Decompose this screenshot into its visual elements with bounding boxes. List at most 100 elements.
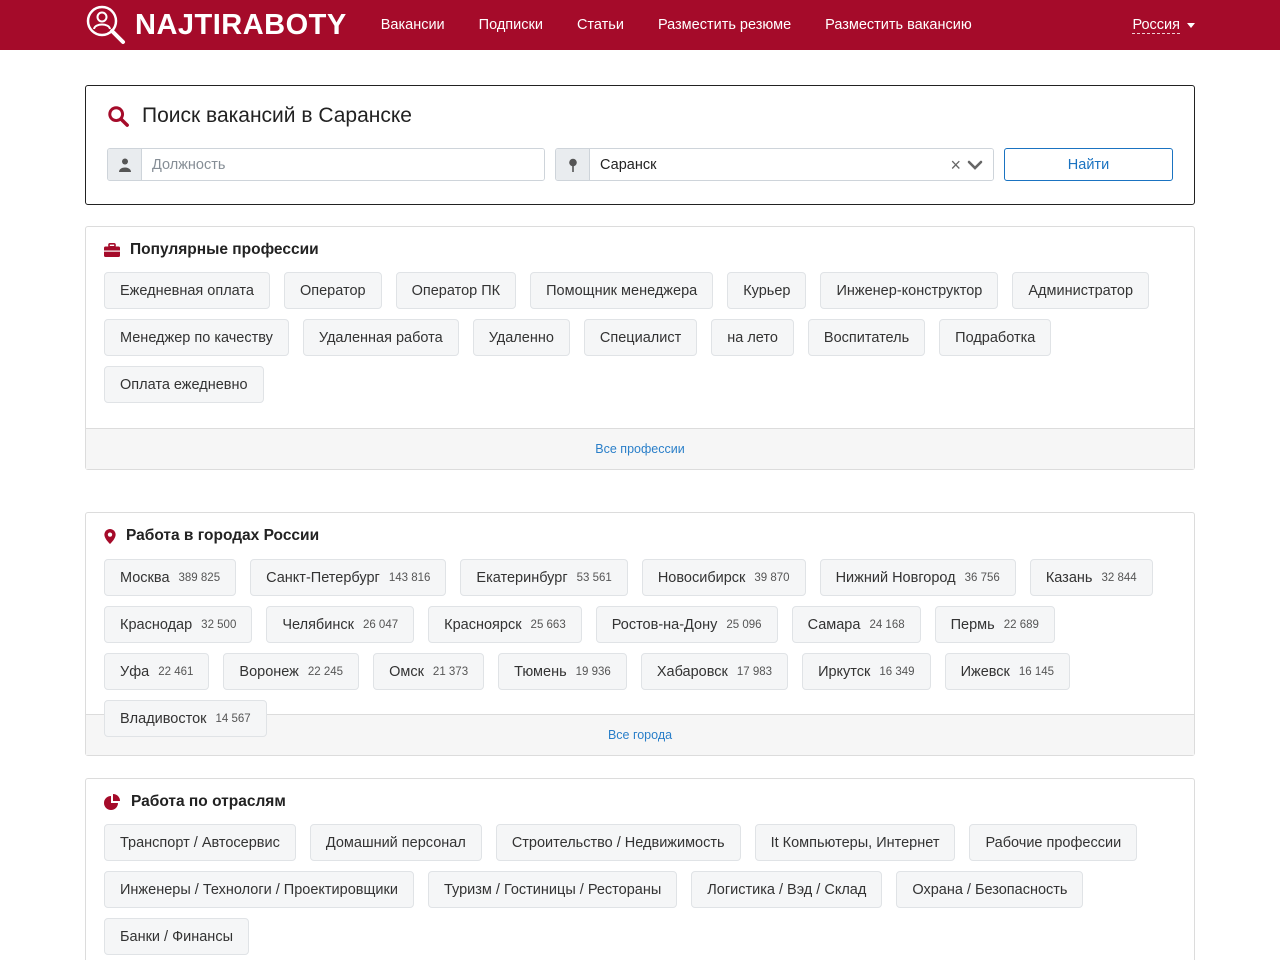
nav-subscriptions[interactable]: Подписки xyxy=(479,17,543,33)
profession-chip[interactable]: Менеджер по качеству xyxy=(104,319,289,356)
nav-post-resume[interactable]: Разместить резюме xyxy=(658,17,791,33)
vacancy-count: 36 756 xyxy=(964,571,1000,584)
industry-chip[interactable]: Домашний персонал xyxy=(309,824,482,861)
top-navbar: NAJTIRABOTY Вакансии Подписки Статьи Раз… xyxy=(0,0,1280,50)
industry-chip[interactable]: Туризм / Гостиницы / Рестораны xyxy=(427,871,678,908)
industry-chip[interactable]: Инженеры / Технологи / Проектировщики xyxy=(104,871,414,908)
industry-chip[interactable]: Банки / Финансы xyxy=(104,918,249,955)
vacancy-count: 14 567 xyxy=(215,712,251,725)
chevron-down-icon[interactable] xyxy=(967,159,983,171)
position-input-group xyxy=(107,148,545,181)
city-chip[interactable]: Уфа 22 461 xyxy=(104,653,210,690)
city-chip[interactable]: Воронеж 22 245 xyxy=(223,653,360,690)
city-name: Ростов-на-Дону xyxy=(611,616,718,633)
city-name: Краснодар xyxy=(120,616,193,633)
city-name: Тюмень xyxy=(514,663,567,680)
city-value: Саранск xyxy=(600,156,657,173)
city-chip[interactable]: Казань 32 844 xyxy=(1029,559,1153,596)
search-form: Саранск × Найти xyxy=(107,148,1173,181)
city-chip[interactable]: Челябинск 26 047 xyxy=(266,606,415,643)
profession-chip[interactable]: Оператор ПК xyxy=(395,272,517,309)
city-chip[interactable]: Самара 24 168 xyxy=(791,606,921,643)
main-container: Поиск вакансий в Саранске Должность Сара… xyxy=(85,85,1195,960)
caret-down-icon xyxy=(1187,22,1195,28)
city-chip[interactable]: Хабаровск 17 983 xyxy=(640,653,789,690)
city-name: Ижевск xyxy=(960,663,1010,680)
all-cities-link[interactable]: Все города xyxy=(608,728,672,742)
profession-chip[interactable]: Специалист xyxy=(583,319,698,356)
vacancy-count: 21 373 xyxy=(432,665,469,678)
city-addon xyxy=(556,149,590,180)
industry-chip[interactable]: Транспорт / Автосервис xyxy=(104,824,296,861)
city-chip[interactable]: Тюмень 19 936 xyxy=(498,653,627,690)
city-chip[interactable]: Иркутск 16 349 xyxy=(802,653,931,690)
professions-footer: Все профессии xyxy=(86,428,1194,469)
logo-text: NAJTIRABOTY xyxy=(135,8,347,41)
city-chip[interactable]: Красноярск 25 663 xyxy=(428,606,582,643)
city-chip[interactable]: Москва 389 825 xyxy=(104,559,237,596)
region-label: Россия xyxy=(1132,16,1180,34)
profession-chip[interactable]: Администратор xyxy=(1012,272,1150,309)
all-professions-link[interactable]: Все профессии xyxy=(595,442,684,456)
nav-vacancies[interactable]: Вакансии xyxy=(381,17,445,33)
city-name: Уфа xyxy=(120,663,150,680)
vacancy-count: 22 245 xyxy=(307,665,344,678)
profession-chip[interactable]: Помощник менеджера xyxy=(530,272,714,309)
city-chip[interactable]: Ростов-на-Дону 25 096 xyxy=(595,606,778,643)
card-title: Работа по отраслям xyxy=(131,793,286,810)
popular-professions-heading: Популярные профессии xyxy=(104,241,1176,259)
search-heading: Поиск вакансий в Саранске xyxy=(107,104,1173,128)
industry-chip[interactable]: Охрана / Безопасность xyxy=(896,871,1084,908)
city-name: Пермь xyxy=(950,616,995,633)
profession-chip[interactable]: Курьер xyxy=(727,272,807,309)
city-chip[interactable]: Ижевск 16 145 xyxy=(944,653,1071,690)
position-input[interactable] xyxy=(142,149,544,180)
user-icon xyxy=(118,158,131,172)
vacancy-count: 39 870 xyxy=(754,571,790,584)
profession-chip[interactable]: Удаленно xyxy=(472,319,570,356)
city-field[interactable]: Саранск × xyxy=(590,149,993,180)
vacancy-count: 24 168 xyxy=(869,618,905,631)
city-name: Москва xyxy=(120,569,170,586)
industries-list: Транспорт / Автосервис Домашний персонал… xyxy=(104,824,1176,960)
region-dropdown[interactable]: Россия xyxy=(1132,17,1195,34)
city-chip[interactable]: Краснодар 32 500 xyxy=(104,606,253,643)
profession-chip[interactable]: на лето xyxy=(711,319,794,356)
profession-chip[interactable]: Оплата ежедневно xyxy=(104,366,264,403)
industry-chip[interactable]: Рабочие профессии xyxy=(969,824,1138,861)
search-panel: Поиск вакансий в Саранске Должность Сара… xyxy=(85,85,1195,205)
pie-chart-icon xyxy=(104,794,120,810)
city-chip[interactable]: Пермь 22 689 xyxy=(934,606,1055,643)
city-chip[interactable]: Владивосток 14 567 xyxy=(104,700,267,737)
city-chip[interactable]: Екатеринбург 53 561 xyxy=(460,559,628,596)
vacancy-count: 32 844 xyxy=(1101,571,1137,584)
profession-chip[interactable]: Ежедневная оплата xyxy=(104,272,270,309)
industry-chip[interactable]: Строительство / Недвижимость xyxy=(495,824,741,861)
find-button[interactable]: Найти xyxy=(1004,148,1173,181)
vacancy-count: 25 096 xyxy=(726,618,762,631)
profession-chip[interactable]: Воспитатель xyxy=(807,319,926,356)
profession-chip[interactable]: Удаленная работа xyxy=(302,319,459,356)
industries-card: Работа по отраслям Транспорт / Автосерви… xyxy=(85,778,1195,960)
city-name: Хабаровск xyxy=(656,663,728,680)
city-select[interactable]: Саранск × xyxy=(555,148,994,181)
city-chip[interactable]: Омск 21 373 xyxy=(373,653,485,690)
map-pin-icon xyxy=(568,158,577,172)
city-chip[interactable]: Новосибирск 39 870 xyxy=(641,559,806,596)
nav-post-vacancy[interactable]: Разместить вакансию xyxy=(825,17,972,33)
clear-icon[interactable]: × xyxy=(950,156,961,174)
city-name: Санкт-Петербург xyxy=(266,569,380,586)
nav-articles[interactable]: Статьи xyxy=(577,17,624,33)
profession-chip[interactable]: Инженер-конструктор xyxy=(820,272,999,309)
site-logo[interactable]: NAJTIRABOTY xyxy=(85,4,347,46)
industry-chip[interactable]: Логистика / Вэд / Склад xyxy=(691,871,883,908)
vacancy-count: 26 047 xyxy=(362,618,399,631)
search-title: Поиск вакансий в Саранске xyxy=(142,104,412,127)
profession-chip[interactable]: Оператор xyxy=(283,272,382,309)
city-chip[interactable]: Нижний Новгород 36 756 xyxy=(819,559,1016,596)
professions-list: Ежедневная оплата Оператор Оператор ПК П… xyxy=(104,272,1176,413)
city-chip[interactable]: Санкт-Петербург 143 816 xyxy=(250,559,447,596)
cities-heading: Работа в городах России xyxy=(104,527,1176,545)
industry-chip[interactable]: It Компьютеры, Интернет xyxy=(754,824,956,861)
profession-chip[interactable]: Подработка xyxy=(939,319,1052,356)
